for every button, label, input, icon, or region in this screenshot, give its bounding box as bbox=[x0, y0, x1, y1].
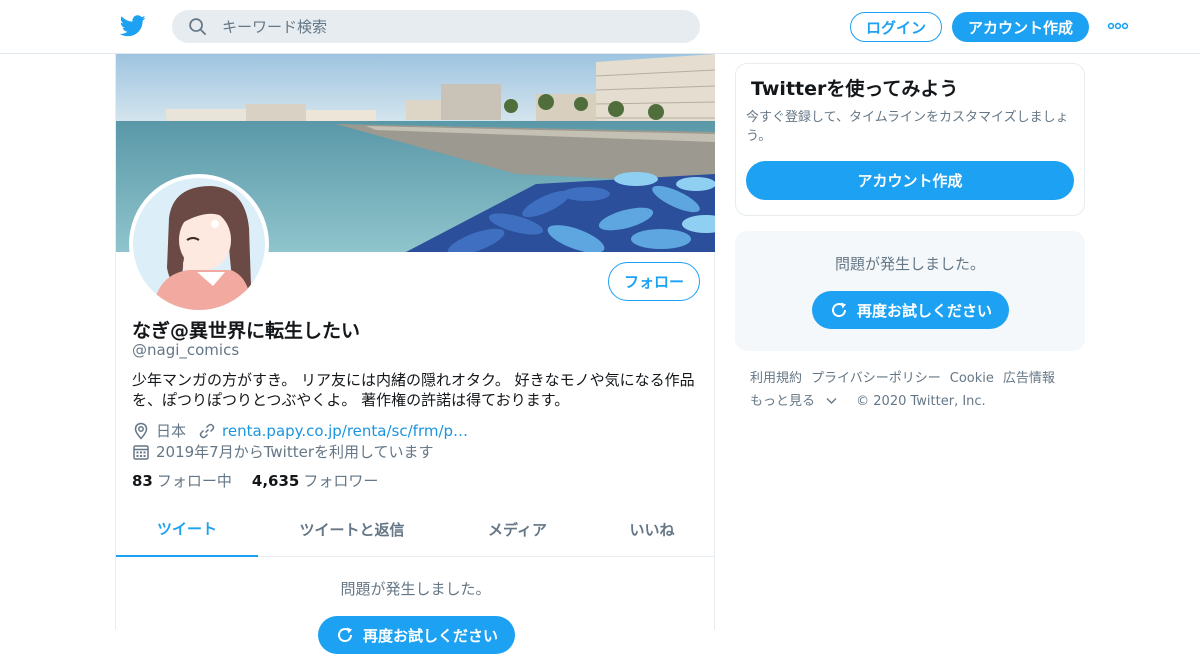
footer-link-privacy[interactable]: プライバシーポリシー bbox=[811, 371, 941, 386]
profile-meta-location-url: 日本 renta.papy.co.jp/renta/sc/frm/p… bbox=[132, 420, 468, 441]
timeline-retry-button[interactable]: 再度お試しください bbox=[318, 616, 515, 654]
footer-link-ads-info[interactable]: 広告情報 bbox=[1003, 371, 1055, 386]
refresh-icon bbox=[832, 302, 846, 318]
profile-joined-date: 2019年7月からTwitterを利用しています bbox=[156, 443, 434, 461]
followers-count-link[interactable]: 4,635 フォロワー bbox=[252, 470, 378, 491]
login-button[interactable]: ログイン bbox=[850, 12, 942, 42]
footer-copyright: © 2020 Twitter, Inc. bbox=[856, 394, 986, 409]
signup-card-title: Twitterを使ってみよう bbox=[751, 78, 959, 100]
timeline-retry-label: 再度お試しください bbox=[362, 626, 498, 645]
profile-bio: 少年マンガの方がすき。 リア友には内緒の隠れオタク。 好きなモノや気になる作品を… bbox=[132, 371, 695, 409]
footer-link-cookie[interactable]: Cookie bbox=[950, 371, 994, 386]
link-icon bbox=[199, 423, 215, 438]
following-count: 83 bbox=[132, 472, 153, 490]
signup-button[interactable]: アカウント作成 bbox=[952, 12, 1089, 42]
signup-card-description: 今すぐ登録して、タイムラインをカスタマイズしましょう。 bbox=[746, 110, 1069, 144]
profile-follow-counts: 83 フォロー中 4,635 フォロワー bbox=[132, 470, 398, 491]
sidebar-error-message: 問題が発生しました。 bbox=[834, 255, 985, 273]
footer-more-label: もっと見る bbox=[750, 394, 816, 409]
twitter-bird-icon[interactable] bbox=[120, 14, 146, 38]
followers-label: フォロワー bbox=[303, 472, 379, 490]
following-label: フォロー中 bbox=[156, 472, 232, 490]
search-box[interactable] bbox=[172, 10, 700, 43]
calendar-icon bbox=[133, 444, 149, 460]
search-input[interactable] bbox=[222, 10, 682, 43]
sidebar-retry-label: 再度お試しください bbox=[856, 301, 992, 320]
profile-meta-joined: 2019年7月からTwitterを利用しています bbox=[132, 441, 434, 462]
timeline-error-message: 問題が発生しました。 bbox=[340, 580, 491, 598]
profile-location: 日本 bbox=[156, 422, 187, 440]
search-icon bbox=[189, 18, 206, 35]
tab-tweets[interactable]: ツイート bbox=[116, 502, 258, 557]
location-pin-icon bbox=[134, 422, 148, 440]
avatar bbox=[133, 178, 265, 310]
following-count-link[interactable]: 83 フォロー中 bbox=[132, 470, 232, 491]
followers-count: 4,635 bbox=[251, 472, 300, 490]
tab-media[interactable]: メディア bbox=[446, 502, 589, 557]
footer-link-more[interactable]: もっと見る bbox=[750, 394, 837, 409]
tab-likes[interactable]: いいね bbox=[589, 502, 715, 557]
sidebar-error-card: 問題が発生しました。 再度お試しください bbox=[735, 231, 1085, 351]
sidebar-footer: 利用規約 プライバシーポリシー Cookie 広告情報 もっと見る © 2020 Tw… bbox=[750, 367, 1080, 413]
profile-column: フォロー なぎ@異世界に転生したい @nagi_comics 少年マンガの方がす… bbox=[115, 54, 715, 654]
tab-tweets-and-replies[interactable]: ツイートと返信 bbox=[258, 502, 446, 557]
signup-card-button[interactable]: アカウント作成 bbox=[746, 161, 1074, 200]
chevron-down-icon bbox=[826, 398, 837, 404]
profile-url-link[interactable]: renta.papy.co.jp/renta/sc/frm/p… bbox=[222, 422, 468, 440]
footer-link-terms[interactable]: 利用規約 bbox=[750, 371, 802, 386]
more-icon[interactable] bbox=[1107, 21, 1129, 31]
refresh-icon bbox=[338, 627, 352, 643]
profile-handle[interactable]: @nagi_comics bbox=[132, 341, 239, 359]
sidebar-retry-button[interactable]: 再度お試しください bbox=[812, 291, 1009, 329]
profile-display-name: なぎ@異世界に転生したい bbox=[132, 320, 361, 342]
top-navigation-bar: ログイン アカウント作成 bbox=[0, 0, 1200, 54]
follow-button[interactable]: フォロー bbox=[608, 262, 700, 301]
profile-avatar[interactable] bbox=[129, 174, 269, 314]
profile-tabs: ツイート ツイートと返信 メディア いいね bbox=[116, 502, 715, 557]
signup-promo-card: Twitterを使ってみよう 今すぐ登録して、タイムラインをカスタマイズしましょ… bbox=[735, 63, 1085, 216]
